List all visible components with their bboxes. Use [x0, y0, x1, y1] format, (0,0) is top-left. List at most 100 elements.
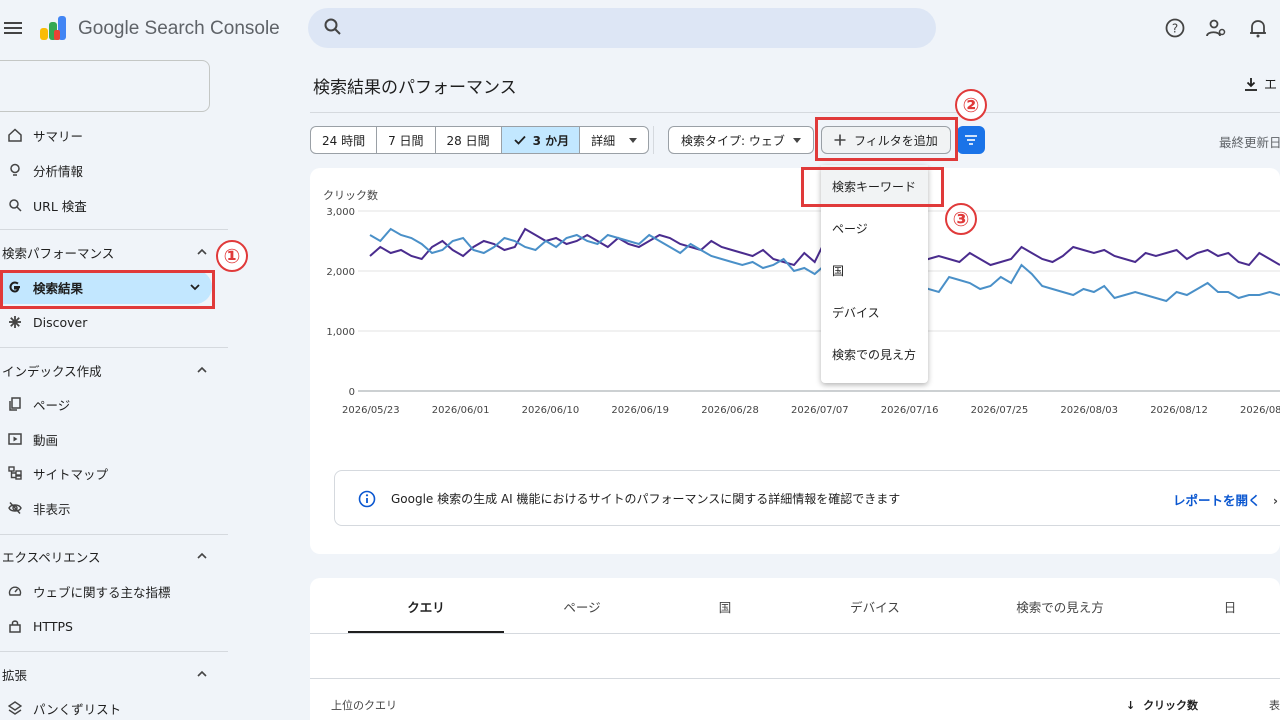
sidebar-item-core-web-vitals[interactable]: ウェブに関する主な指標: [0, 574, 210, 608]
help-icon[interactable]: ?: [1165, 18, 1185, 38]
filter-option-device[interactable]: デバイス: [821, 291, 928, 333]
search-type-dropdown[interactable]: 検索タイプ: ウェブ: [668, 126, 814, 154]
section-enhancements[interactable]: 拡張: [2, 659, 207, 689]
divider: [0, 534, 228, 535]
divider: [310, 112, 1280, 113]
svg-text:?: ?: [1172, 22, 1178, 36]
user-settings-icon[interactable]: [1206, 18, 1226, 38]
section-experience[interactable]: エクスペリエンス: [2, 541, 207, 571]
sidebar-item-label: サイトマップ: [33, 466, 109, 482]
app-brand: Google Search Console: [78, 18, 280, 39]
sidebar-item-insights[interactable]: 分析情報: [0, 153, 210, 187]
search-icon: [324, 18, 341, 35]
chevron-up-icon: [197, 366, 207, 373]
sidebar-item-url-inspection[interactable]: URL 検査: [0, 188, 210, 222]
annotation-2: ②: [955, 89, 987, 121]
y-tick-label: 1,000: [326, 327, 355, 338]
last-updated: 最終更新日: [1219, 135, 1280, 150]
property-selector[interactable]: [0, 60, 210, 112]
section-title: エクスペリエンス: [2, 549, 101, 565]
tab-pages[interactable]: ページ: [504, 578, 660, 634]
section-performance[interactable]: 検索パフォーマンス: [2, 237, 207, 267]
open-report-label: レポートを開く: [1173, 493, 1261, 508]
date-range-28d[interactable]: 28 日間: [436, 127, 502, 153]
date-range-custom[interactable]: 詳細: [580, 127, 648, 153]
sidebar: サマリー 分析情報 URL 検査 検索パフォーマンス 検索結果 Discover…: [0, 60, 240, 720]
dropdown-arrow-icon: [629, 137, 638, 143]
section-title: 検索パフォーマンス: [2, 245, 115, 261]
date-range-7d[interactable]: 7 日間: [377, 127, 436, 153]
asterisk-icon: [2, 315, 28, 329]
top-bar: Google Search Console ?: [0, 0, 1280, 60]
sidebar-item-label: ページ: [33, 397, 71, 413]
y-tick-label: 3,000: [326, 207, 355, 218]
divider: [310, 678, 1280, 679]
divider: [0, 651, 228, 652]
divider: [653, 126, 654, 154]
column-header-top-queries: 上位のクエリ: [331, 699, 397, 712]
y-tick-label: 2,000: [326, 267, 355, 278]
video-icon: [2, 432, 28, 446]
export-label: エ: [1264, 78, 1278, 93]
menu-icon[interactable]: [4, 19, 22, 37]
sidebar-item-breadcrumbs[interactable]: パンくずリスト: [0, 691, 210, 720]
section-title: 拡張: [2, 667, 28, 683]
ai-info-banner: Google 検索の生成 AI 機能におけるサイトのパフォーマンスに関する詳細情…: [334, 470, 1280, 526]
sidebar-item-videos[interactable]: 動画: [0, 422, 210, 456]
notifications-icon[interactable]: [1248, 18, 1268, 38]
eye-off-icon: [2, 501, 28, 515]
home-icon: [2, 128, 28, 142]
column-header-clicks-label: クリック数: [1143, 699, 1199, 712]
sidebar-item-removals[interactable]: 非表示: [0, 491, 210, 525]
sitemap-icon: [2, 466, 28, 480]
add-filter-button[interactable]: フィルタを追加: [821, 126, 951, 154]
tab-devices[interactable]: デバイス: [800, 578, 950, 634]
tab-queries[interactable]: クエリ: [348, 578, 504, 634]
sidebar-item-sitemaps[interactable]: サイトマップ: [0, 456, 210, 490]
date-range-3m[interactable]: 3 か月: [501, 127, 581, 153]
divider: [0, 229, 228, 230]
info-icon: [358, 490, 376, 508]
download-icon: [1245, 77, 1257, 91]
search-input[interactable]: [308, 8, 936, 48]
tab-search-appearance[interactable]: 検索での見え方: [970, 578, 1150, 634]
column-header-impressions[interactable]: 表: [1269, 697, 1280, 713]
sidebar-item-search-results[interactable]: 検索結果: [0, 270, 212, 304]
filter-option-query[interactable]: 検索キーワード: [821, 165, 928, 207]
filter-option-page[interactable]: ページ: [821, 207, 928, 249]
x-tick-label: 2026/06/10: [522, 405, 580, 416]
dimension-tabs: クエリ ページ 国 デバイス 検索での見え方 日: [310, 578, 1280, 634]
filter-option-search-appearance[interactable]: 検索での見え方: [821, 333, 928, 375]
sidebar-item-discover[interactable]: Discover: [0, 305, 210, 339]
tab-dates[interactable]: 日: [1190, 578, 1270, 634]
chevron-down-icon: [190, 284, 200, 291]
sidebar-item-label: Discover: [33, 314, 88, 330]
search-icon: [2, 198, 28, 212]
filter-option-country[interactable]: 国: [821, 249, 928, 291]
page-title: 検索結果のパフォーマンス: [313, 78, 517, 98]
section-indexing[interactable]: インデックス作成: [2, 355, 207, 385]
chevron-up-icon: [197, 670, 207, 677]
date-range-3m-label: 3 か月: [532, 133, 570, 148]
x-tick-label: 2026/08: [1240, 405, 1280, 416]
sidebar-item-summary[interactable]: サマリー: [0, 118, 210, 152]
annotation-3: ③: [945, 203, 977, 235]
sidebar-item-https[interactable]: HTTPS: [0, 609, 210, 643]
filter-options-button[interactable]: [957, 126, 985, 154]
y-tick-label: 0: [349, 387, 355, 398]
sidebar-item-label: 検索結果: [33, 280, 84, 296]
export-button[interactable]: エ: [1244, 74, 1277, 93]
date-range-selector: 24 時間 7 日間 28 日間 3 か月 詳細: [310, 126, 650, 154]
column-header-clicks[interactable]: ↓ クリック数: [1126, 697, 1198, 713]
open-report-link[interactable]: レポートを開く ›: [1173, 490, 1278, 509]
tab-countries[interactable]: 国: [650, 578, 800, 634]
performance-chart: 3,000 2,000 1,000 0 2026/05/23 2026/06/01 2026…: [326, 207, 1280, 416]
chevron-up-icon: [197, 248, 207, 255]
sidebar-item-label: 分析情報: [33, 163, 84, 179]
dropdown-arrow-icon: [792, 137, 801, 143]
section-title: インデックス作成: [2, 363, 102, 379]
date-range-24h[interactable]: 24 時間: [311, 127, 378, 153]
sidebar-item-pages[interactable]: ページ: [0, 387, 210, 421]
sidebar-item-label: URL 検査: [33, 198, 87, 214]
x-tick-label: 2026/07/07: [791, 405, 849, 416]
